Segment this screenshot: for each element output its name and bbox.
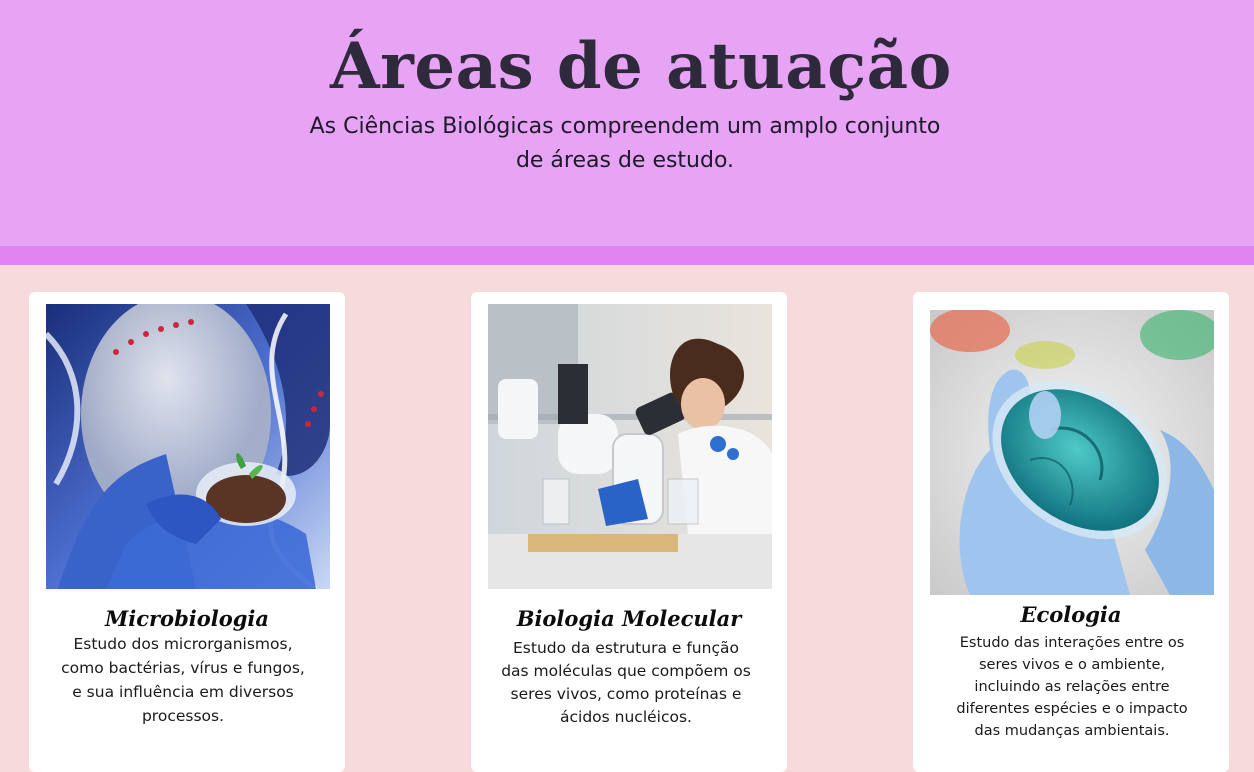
card-description: Estudo da estrutura e função das molécul… <box>501 639 751 726</box>
card-title: Microbiologia <box>104 606 269 631</box>
area-card-microbiologia: Microbiologia Estudo dos microrganismos,… <box>29 292 345 772</box>
area-card-biologia-molecular: Biologia Molecular Estudo da estrutura e… <box>471 292 787 772</box>
hero-divider <box>0 246 1254 265</box>
card-title: Ecologia <box>1020 602 1122 627</box>
page-title: Áreas de atuação <box>330 29 952 104</box>
card-description: Estudo das interações entre os seres viv… <box>956 635 1188 739</box>
hero-banner: Áreas de atuação As Ciências Biológicas … <box>0 0 1254 246</box>
scientist-microscope-photo <box>488 304 772 589</box>
blue-petri-dish-photo <box>930 310 1214 595</box>
page-subtitle: As Ciências Biológicas compreendem um am… <box>309 114 941 173</box>
petri-dish-soil-photo <box>46 304 330 589</box>
card-description: Estudo dos microrganismos, como bactéria… <box>61 635 305 725</box>
card-title: Biologia Molecular <box>516 606 742 631</box>
area-card-ecologia: Ecologia Estudo das interações entre os … <box>913 292 1229 772</box>
